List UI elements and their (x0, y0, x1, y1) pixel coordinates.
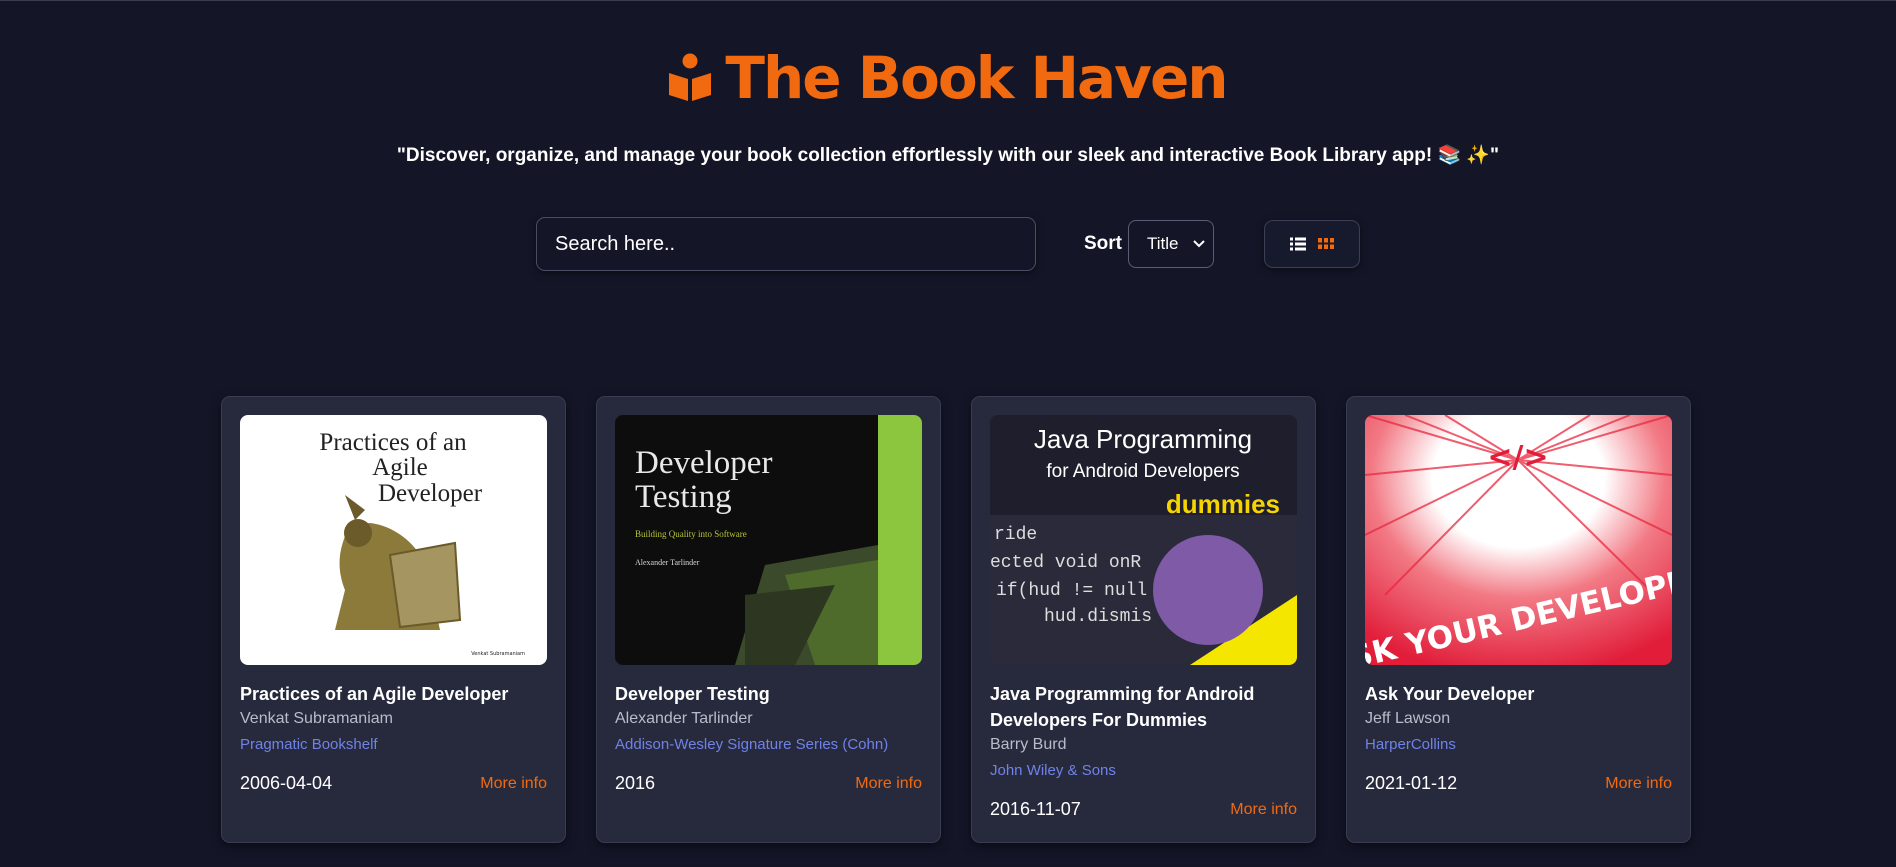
toolbar: Sort Title (0, 217, 1896, 271)
book-publisher: Pragmatic Bookshelf (240, 736, 378, 753)
card-footer: 2021-01-12 More info (1365, 773, 1672, 794)
cover-text: ride (994, 525, 1037, 545)
sort-selected-value: Title (1147, 234, 1179, 253)
cover-text: ected void onR (990, 553, 1141, 573)
more-info-link[interactable]: More info (480, 775, 547, 793)
sort-label: Sort (1084, 233, 1122, 254)
book-cover[interactable]: Java Programming for Android Developers … (990, 415, 1297, 665)
book-card: Practices of an Agile Developer Venkat S… (221, 396, 566, 843)
card-footer: 2016-11-07 More info (990, 799, 1297, 820)
book-card: Developer Testing Building Quality into … (596, 396, 941, 843)
cover-text: for Android Developers (1046, 461, 1239, 482)
cover-text: Developer (378, 480, 483, 507)
book-cover[interactable]: </> ASK YOUR DEVELOPER (1365, 415, 1672, 665)
book-date: 2016-11-07 (990, 799, 1081, 819)
more-info-link[interactable]: More info (1230, 801, 1297, 819)
cover-text: Building Quality into Software (635, 529, 747, 539)
book-publisher: HarperCollins (1365, 736, 1456, 753)
cover-text: if(hud != null (996, 581, 1147, 601)
cover-text: Venkat Subramaniam (471, 651, 525, 657)
grid-view-icon[interactable] (1318, 238, 1334, 250)
more-info-link[interactable]: More info (855, 775, 922, 793)
chevron-down-icon (1193, 240, 1205, 248)
list-view-icon[interactable] (1290, 237, 1306, 251)
book-title: Ask Your Developer (1365, 684, 1535, 704)
book-author: Venkat Subramaniam (240, 710, 393, 727)
book-title: Java Programming for Android Developers … (990, 684, 1255, 730)
cover-text: Testing (635, 479, 732, 515)
book-author: Jeff Lawson (1365, 710, 1451, 727)
book-publisher: John Wiley & Sons (990, 762, 1116, 779)
tagline: "Discover, organize, and manage your boo… (396, 145, 1500, 166)
cover-text: hud.dismis (1044, 607, 1152, 627)
book-date: 2006-04-04 (240, 773, 333, 793)
sort-select[interactable]: Title (1128, 220, 1214, 268)
book-title: Developer Testing (615, 684, 770, 704)
book-date: 2016 (615, 773, 656, 793)
site-header: The Book Haven (0, 1, 1896, 111)
view-toggle (1264, 220, 1360, 268)
more-info-link[interactable]: More info (1605, 775, 1672, 793)
book-author: Alexander Tarlinder (615, 710, 753, 727)
book-cover[interactable]: Developer Testing Building Quality into … (615, 415, 922, 665)
cover-text: Java Programming (1034, 424, 1252, 454)
book-date: 2021-01-12 (1365, 773, 1458, 793)
book-card: </> ASK YOUR DEVELOPER Ask Your Develope… (1346, 396, 1691, 843)
book-card: Java Programming for Android Developers … (971, 396, 1316, 843)
sort-group: Sort Title (1084, 220, 1214, 268)
book-author: Barry Burd (990, 736, 1067, 753)
book-publisher: Addison-Wesley Signature Series (Cohn) (615, 736, 889, 753)
site-title: The Book Haven (725, 44, 1228, 112)
reading-person-icon (669, 53, 712, 101)
cover-text: Alexander Tarlinder (635, 558, 700, 567)
card-footer: 2006-04-04 More info (240, 773, 547, 794)
card-footer: 2016 More info (615, 773, 922, 794)
cover-text: Practices of an (319, 429, 467, 456)
search-input[interactable] (536, 217, 1036, 271)
cover-text: Agile (372, 454, 428, 481)
book-cover[interactable]: Practices of an Agile Developer Venkat S… (240, 415, 547, 665)
cover-text: </> (1487, 440, 1548, 475)
book-grid: Practices of an Agile Developer Venkat S… (221, 396, 1691, 843)
book-title: Practices of an Agile Developer (240, 684, 509, 704)
cover-text: dummies (1166, 489, 1280, 519)
cover-text: Developer (635, 445, 772, 481)
